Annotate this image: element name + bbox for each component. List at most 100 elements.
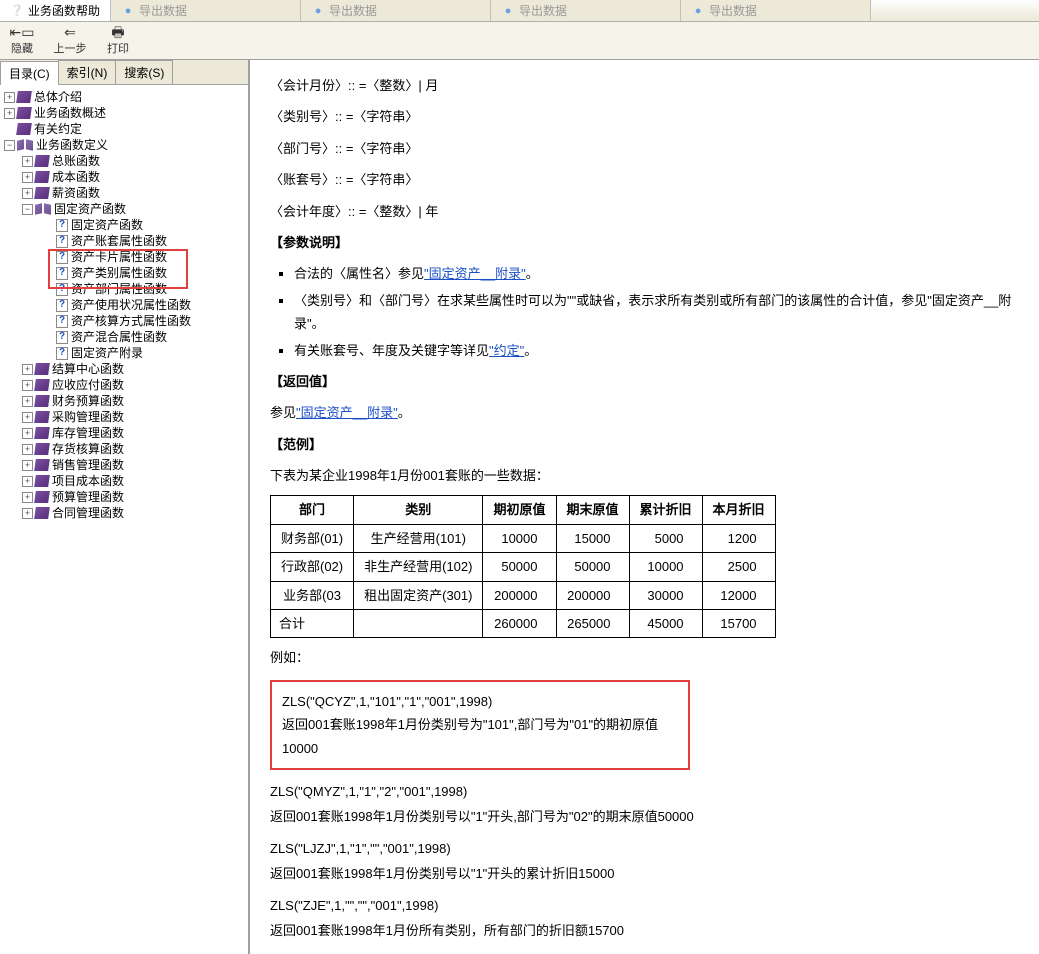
td: 50000 — [556, 553, 629, 581]
tab-other-3[interactable]: ● 导出数据 — [491, 0, 681, 21]
tree-item[interactable]: 合同管理函数 — [52, 505, 124, 521]
link-convention[interactable]: "约定" — [489, 343, 524, 358]
tree-item[interactable]: 资产卡片属性函数 — [71, 249, 167, 265]
hide-button[interactable]: ⇤▭ 隐藏 — [4, 25, 40, 56]
expand-icon[interactable]: + — [22, 364, 33, 375]
th: 累计折旧 — [629, 496, 702, 524]
expand-icon[interactable]: + — [22, 476, 33, 487]
example-desc: 返回001套账1998年1月份类别号为"101",部门号为"01"的期初原值10… — [282, 713, 678, 760]
tree-item[interactable]: 固定资产附录 — [71, 345, 143, 361]
page-icon: ? — [56, 219, 68, 232]
book-icon — [35, 507, 49, 519]
toc-tree[interactable]: + 总体介绍 + 业务函数概述 有关约定 − 业务函数定义 + 总账函数 + 成本函数 +… — [0, 85, 248, 954]
page-icon: ? — [56, 251, 68, 264]
doc-icon: ● — [121, 4, 135, 18]
help-icon: ❔ — [10, 4, 24, 18]
tree-item[interactable]: 资产使用状况属性函数 — [71, 297, 191, 313]
tree-item[interactable]: 销售管理函数 — [52, 457, 124, 473]
tree-item[interactable]: 总体介绍 — [34, 89, 82, 105]
tab-other-1[interactable]: ● 导出数据 — [111, 0, 301, 21]
tree-item[interactable]: 成本函数 — [52, 169, 100, 185]
tree-item[interactable]: 结算中心函数 — [52, 361, 124, 377]
link-fixed-asset-appendix[interactable]: "固定资产__附录" — [424, 266, 526, 281]
td: 1200 — [702, 524, 775, 552]
tree-item[interactable]: 业务函数概述 — [34, 105, 106, 121]
th: 类别 — [354, 496, 483, 524]
tree-item[interactable]: 资产混合属性函数 — [71, 329, 167, 345]
tree-item[interactable]: 资产账套属性函数 — [71, 233, 167, 249]
tree-item[interactable]: 存货核算函数 — [52, 441, 124, 457]
tree-item[interactable]: 预算管理函数 — [52, 489, 124, 505]
tree-item[interactable]: 固定资产函数 — [54, 201, 126, 217]
td: 15700 — [702, 610, 775, 638]
expand-icon[interactable]: + — [22, 188, 33, 199]
td: 12000 — [702, 581, 775, 609]
example-code: ZLS("LJZJ",1,"1","","001",1998) — [270, 837, 1019, 860]
td: 45000 — [629, 610, 702, 638]
td: 10000 — [629, 553, 702, 581]
expand-icon[interactable]: + — [22, 492, 33, 503]
print-icon: 🖶 — [111, 25, 124, 39]
syntax-line: 〈会计月份〉:: =〈整数〉| 月 — [270, 74, 1019, 97]
expand-icon[interactable]: + — [22, 508, 33, 519]
tab-index[interactable]: 索引(N) — [58, 60, 117, 84]
expand-icon[interactable]: + — [22, 428, 33, 439]
tree-item[interactable]: 资产核算方式属性函数 — [71, 313, 191, 329]
tab-main[interactable]: ❔ 业务函数帮助 — [0, 0, 111, 21]
example-intro: 下表为某企业1998年1月份001套账的一些数据： — [270, 464, 1019, 487]
syntax-line: 〈类别号〉:: =〈字符串〉 — [270, 105, 1019, 128]
expand-icon[interactable]: + — [22, 172, 33, 183]
book-open-icon — [35, 203, 51, 215]
tree-item[interactable]: 资产部门属性函数 — [71, 281, 167, 297]
section-example: 【范例】 — [270, 433, 1019, 456]
tree-item[interactable]: 固定资产函数 — [71, 217, 143, 233]
tab-search-label: 搜索(S) — [124, 66, 164, 80]
tree-item[interactable]: 应收应付函数 — [52, 377, 124, 393]
expand-icon[interactable]: + — [4, 108, 15, 119]
expand-icon[interactable]: + — [22, 380, 33, 391]
th: 部门 — [271, 496, 354, 524]
tab-search[interactable]: 搜索(S) — [115, 60, 173, 84]
td: 10000 — [483, 524, 556, 552]
tree-item[interactable]: 有关约定 — [34, 121, 82, 137]
link-fixed-asset-appendix[interactable]: "固定资产__附录" — [296, 405, 398, 420]
tab-other-1-label: 导出数据 — [139, 2, 187, 19]
tab-toc[interactable]: 目录(C) — [0, 61, 59, 85]
expand-icon[interactable]: + — [22, 412, 33, 423]
book-icon — [35, 171, 49, 183]
collapse-icon[interactable]: − — [4, 140, 15, 151]
tree-item[interactable]: 库存管理函数 — [52, 425, 124, 441]
tab-other-2[interactable]: ● 导出数据 — [301, 0, 491, 21]
expand-icon[interactable]: + — [22, 444, 33, 455]
book-icon — [17, 107, 31, 119]
expand-icon[interactable]: + — [22, 396, 33, 407]
back-button[interactable]: ⇐ 上一步 — [52, 25, 88, 56]
tree-item[interactable]: 业务函数定义 — [36, 137, 108, 153]
collapse-icon[interactable]: − — [22, 204, 33, 215]
td: 业务部(03 — [271, 581, 354, 609]
td: 200000 — [556, 581, 629, 609]
td: 30000 — [629, 581, 702, 609]
tree-item[interactable]: 总账函数 — [52, 153, 100, 169]
tree-item-selected[interactable]: 资产类别属性函数 — [71, 265, 167, 281]
expand-icon[interactable]: + — [22, 460, 33, 471]
print-label: 打印 — [107, 40, 129, 56]
param-text: 。 — [526, 266, 539, 281]
tab-other-4[interactable]: ● 导出数据 — [681, 0, 871, 21]
example-desc: 返回001套账1998年1月份所有类别，所有部门的折旧额15700 — [270, 919, 1019, 942]
section-params: 【参数说明】 — [270, 231, 1019, 254]
tree-item[interactable]: 财务预算函数 — [52, 393, 124, 409]
book-icon — [35, 443, 49, 455]
print-button[interactable]: 🖶 打印 — [100, 25, 136, 56]
expand-icon[interactable]: + — [22, 156, 33, 167]
expand-icon[interactable]: + — [4, 92, 15, 103]
tree-item[interactable]: 项目成本函数 — [52, 473, 124, 489]
back-icon: ⇐ — [64, 25, 76, 39]
book-icon — [35, 475, 49, 487]
td: 50000 — [483, 553, 556, 581]
tree-item[interactable]: 采购管理函数 — [52, 409, 124, 425]
book-open-icon — [17, 139, 33, 151]
tree-item[interactable]: 薪资函数 — [52, 185, 100, 201]
example-desc: 返回001套账1998年1月份类别号以"1"开头,部门号为"02"的期末原值50… — [270, 805, 1019, 828]
syntax-line: 〈部门号〉:: =〈字符串〉 — [270, 137, 1019, 160]
